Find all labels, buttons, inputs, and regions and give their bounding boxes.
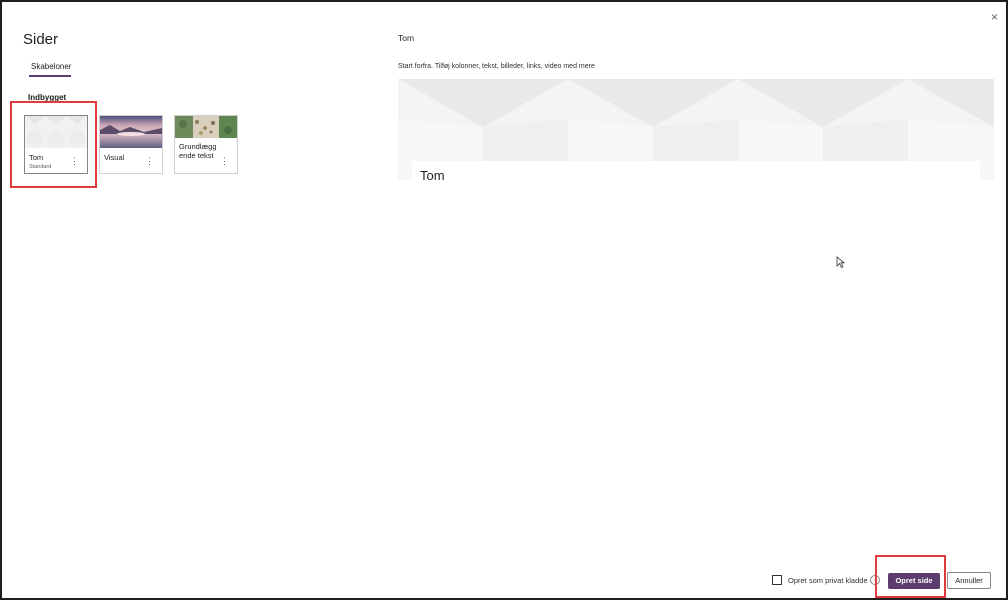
- template-card-basic-text[interactable]: Grundlægg ende tekst ⋮: [174, 115, 238, 174]
- create-button-highlight: [875, 555, 946, 598]
- private-draft-label: Opret som privat kladde: [788, 576, 868, 585]
- template-name: Visual: [104, 153, 125, 162]
- template-name-line-1: Grundlægg: [179, 142, 217, 151]
- dialog-title: Sider: [23, 31, 59, 48]
- preview-description: Start forfra. Tilføj kolonner, tekst, bi…: [398, 63, 595, 70]
- cancel-button[interactable]: Annuller: [947, 572, 991, 589]
- template-thumbnail-basic-text: [175, 116, 237, 138]
- private-draft-checkbox[interactable]: [772, 575, 782, 585]
- tab-templates[interactable]: Skabeloner: [31, 62, 71, 71]
- preview-banner-title: Tom: [420, 168, 445, 183]
- template-card-visual[interactable]: Visual ⋮: [99, 115, 163, 174]
- close-icon[interactable]: ×: [991, 10, 998, 24]
- tab-active-indicator: [29, 75, 71, 77]
- preview-title: Tom: [398, 33, 415, 43]
- selected-template-highlight: [10, 101, 97, 188]
- template-thumbnail-visual: [100, 116, 162, 148]
- more-options-icon[interactable]: ⋮: [220, 157, 229, 166]
- template-name: Grundlægg ende tekst: [179, 142, 217, 160]
- preview-title-area: [412, 161, 980, 180]
- mouse-pointer-icon: [836, 255, 846, 273]
- more-options-icon[interactable]: ⋮: [145, 157, 154, 166]
- template-name-line-2: ende tekst: [179, 151, 214, 160]
- new-page-dialog: × Sider Skabeloner Indbygget Tom Standar…: [0, 0, 1008, 600]
